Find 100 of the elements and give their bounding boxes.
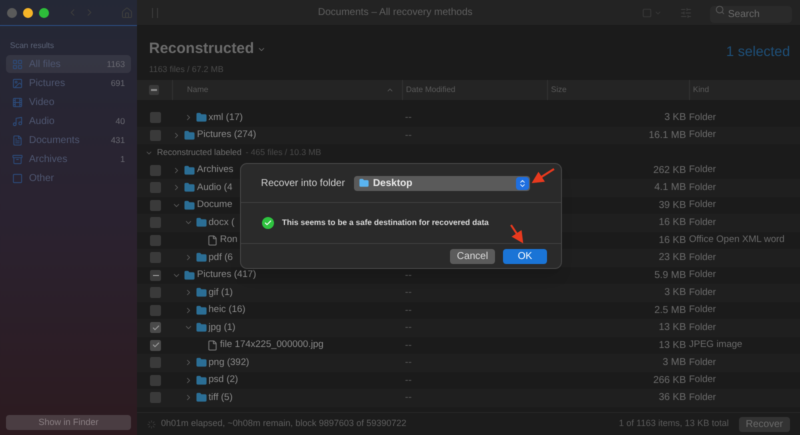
size-cell: 13 KB — [658, 322, 686, 334]
file-icon — [207, 340, 218, 351]
annotation-arrow — [532, 168, 555, 184]
folder-icon — [196, 357, 206, 368]
search-icon — [715, 4, 725, 14]
sidebar-item[interactable]: Audio 40 — [6, 112, 131, 130]
date-cell: -- — [405, 374, 412, 386]
category-icon — [12, 116, 23, 126]
folder-icon — [358, 178, 369, 188]
checkbox[interactable] — [150, 164, 161, 176]
status-message: This seems to be a safe destination for recovered data — [282, 217, 489, 229]
file-name: heic (16) — [208, 303, 246, 318]
sidebar-item[interactable]: Archives 1 — [6, 150, 131, 168]
folder-icon — [196, 287, 206, 298]
checkbox[interactable] — [150, 252, 161, 264]
size-cell: 16 KB — [658, 234, 686, 246]
category-icon — [12, 58, 23, 70]
checkbox[interactable] — [150, 322, 161, 334]
file-name: Docume — [197, 198, 232, 212]
expand-chevron-icon[interactable] — [172, 130, 181, 140]
size-cell: 13 KB — [658, 340, 686, 351]
checkbox[interactable] — [150, 200, 161, 211]
date-cell: -- — [405, 357, 412, 368]
window-title: Documents – All recovery methods — [318, 6, 473, 20]
sidebar-item[interactable]: Pictures 691 — [6, 74, 131, 92]
category-icon — [12, 154, 23, 164]
date-cell: -- — [405, 392, 412, 404]
progress-text: 0h01m elapsed, ~0h08m remain, block 9897603 of 59390722 — [161, 417, 406, 430]
kind-cell: Folder — [689, 216, 716, 230]
folder-icon — [184, 182, 195, 194]
file-name: xml (17) — [208, 110, 243, 125]
checkbox[interactable] — [150, 182, 161, 194]
checkbox[interactable] — [150, 112, 161, 124]
folder-icon — [196, 374, 206, 386]
folder-icon — [196, 112, 206, 124]
zoom-button[interactable] — [39, 8, 49, 18]
view-title[interactable]: Reconstructed — [149, 38, 254, 60]
checkbox[interactable] — [150, 304, 161, 316]
checkbox[interactable] — [150, 270, 161, 281]
checkbox[interactable] — [150, 357, 161, 368]
file-name: Audio (4 — [197, 180, 232, 195]
group-title: Reconstructed labeled — [157, 146, 242, 160]
selection-summary: 1 of 1163 items, 13 KB total — [618, 417, 729, 430]
checkbox[interactable] — [150, 287, 161, 298]
show-in-finder-button[interactable]: Show in Finder — [6, 415, 131, 430]
file-name: tiff (5) — [208, 390, 233, 405]
file-icon — [207, 234, 218, 246]
checkbox[interactable] — [150, 217, 161, 228]
field-label: Recover into folder — [261, 176, 345, 190]
kind-cell: Folder — [689, 373, 716, 388]
checkbox[interactable] — [150, 234, 161, 246]
size-cell: 2.5 MB — [654, 304, 686, 316]
file-name: Archives — [197, 163, 234, 178]
size-cell: 39 KB — [658, 200, 686, 211]
kind-cell: Folder — [689, 356, 716, 370]
size-cell: 266 KB — [653, 374, 686, 386]
close-button[interactable] — [7, 8, 17, 18]
kind-cell: Folder — [689, 198, 716, 212]
sidebar-item[interactable]: Other — [6, 169, 131, 187]
folder-icon — [196, 392, 206, 404]
stepper-icon — [516, 176, 529, 190]
ok-button[interactable]: OK — [503, 248, 547, 264]
select-all-checkbox[interactable] — [149, 85, 159, 95]
view-mode-icon[interactable] — [642, 8, 662, 18]
sidebar-item[interactable]: Documents 431 — [6, 131, 131, 149]
size-cell: 3 KB — [664, 287, 686, 298]
size-cell: 23 KB — [658, 252, 686, 264]
checkbox[interactable] — [150, 340, 161, 351]
sidebar-item[interactable]: Video — [6, 93, 131, 111]
folder-icon — [184, 130, 195, 141]
expand-chevron-icon[interactable] — [172, 166, 181, 175]
checkbox[interactable] — [150, 130, 161, 141]
date-cell: -- — [405, 270, 412, 281]
file-name: Pictures (417) — [197, 268, 256, 282]
cancel-button[interactable]: Cancel — [450, 248, 495, 264]
kind-cell: Folder — [689, 286, 716, 300]
file-name: docx ( — [208, 216, 234, 230]
search-field[interactable]: Search — [710, 6, 792, 22]
home-icon[interactable] — [121, 6, 133, 18]
folder-icon — [184, 164, 195, 176]
size-cell: 16 KB — [658, 217, 686, 228]
checkbox[interactable] — [150, 374, 161, 386]
kind-cell: Folder — [689, 320, 716, 335]
folder-icon — [196, 322, 206, 334]
category-icon — [12, 172, 23, 184]
expand-chevron-icon[interactable] — [172, 183, 181, 192]
selection-count: 1 selected — [726, 42, 790, 61]
kind-cell: Folder — [689, 250, 716, 265]
kind-cell: Folder — [689, 390, 716, 405]
kind-cell: Folder — [689, 163, 716, 178]
date-cell: -- — [405, 304, 412, 316]
minimize-button[interactable] — [23, 8, 33, 18]
size-cell: 3 MB — [662, 357, 686, 368]
date-cell: -- — [405, 112, 412, 124]
kind-cell: Folder — [689, 180, 716, 195]
section-heading: Scan results — [10, 40, 56, 52]
success-icon — [262, 217, 274, 229]
folder-select[interactable]: Desktop — [354, 176, 530, 190]
kind-cell: Folder — [689, 110, 716, 125]
checkbox[interactable] — [150, 392, 161, 404]
